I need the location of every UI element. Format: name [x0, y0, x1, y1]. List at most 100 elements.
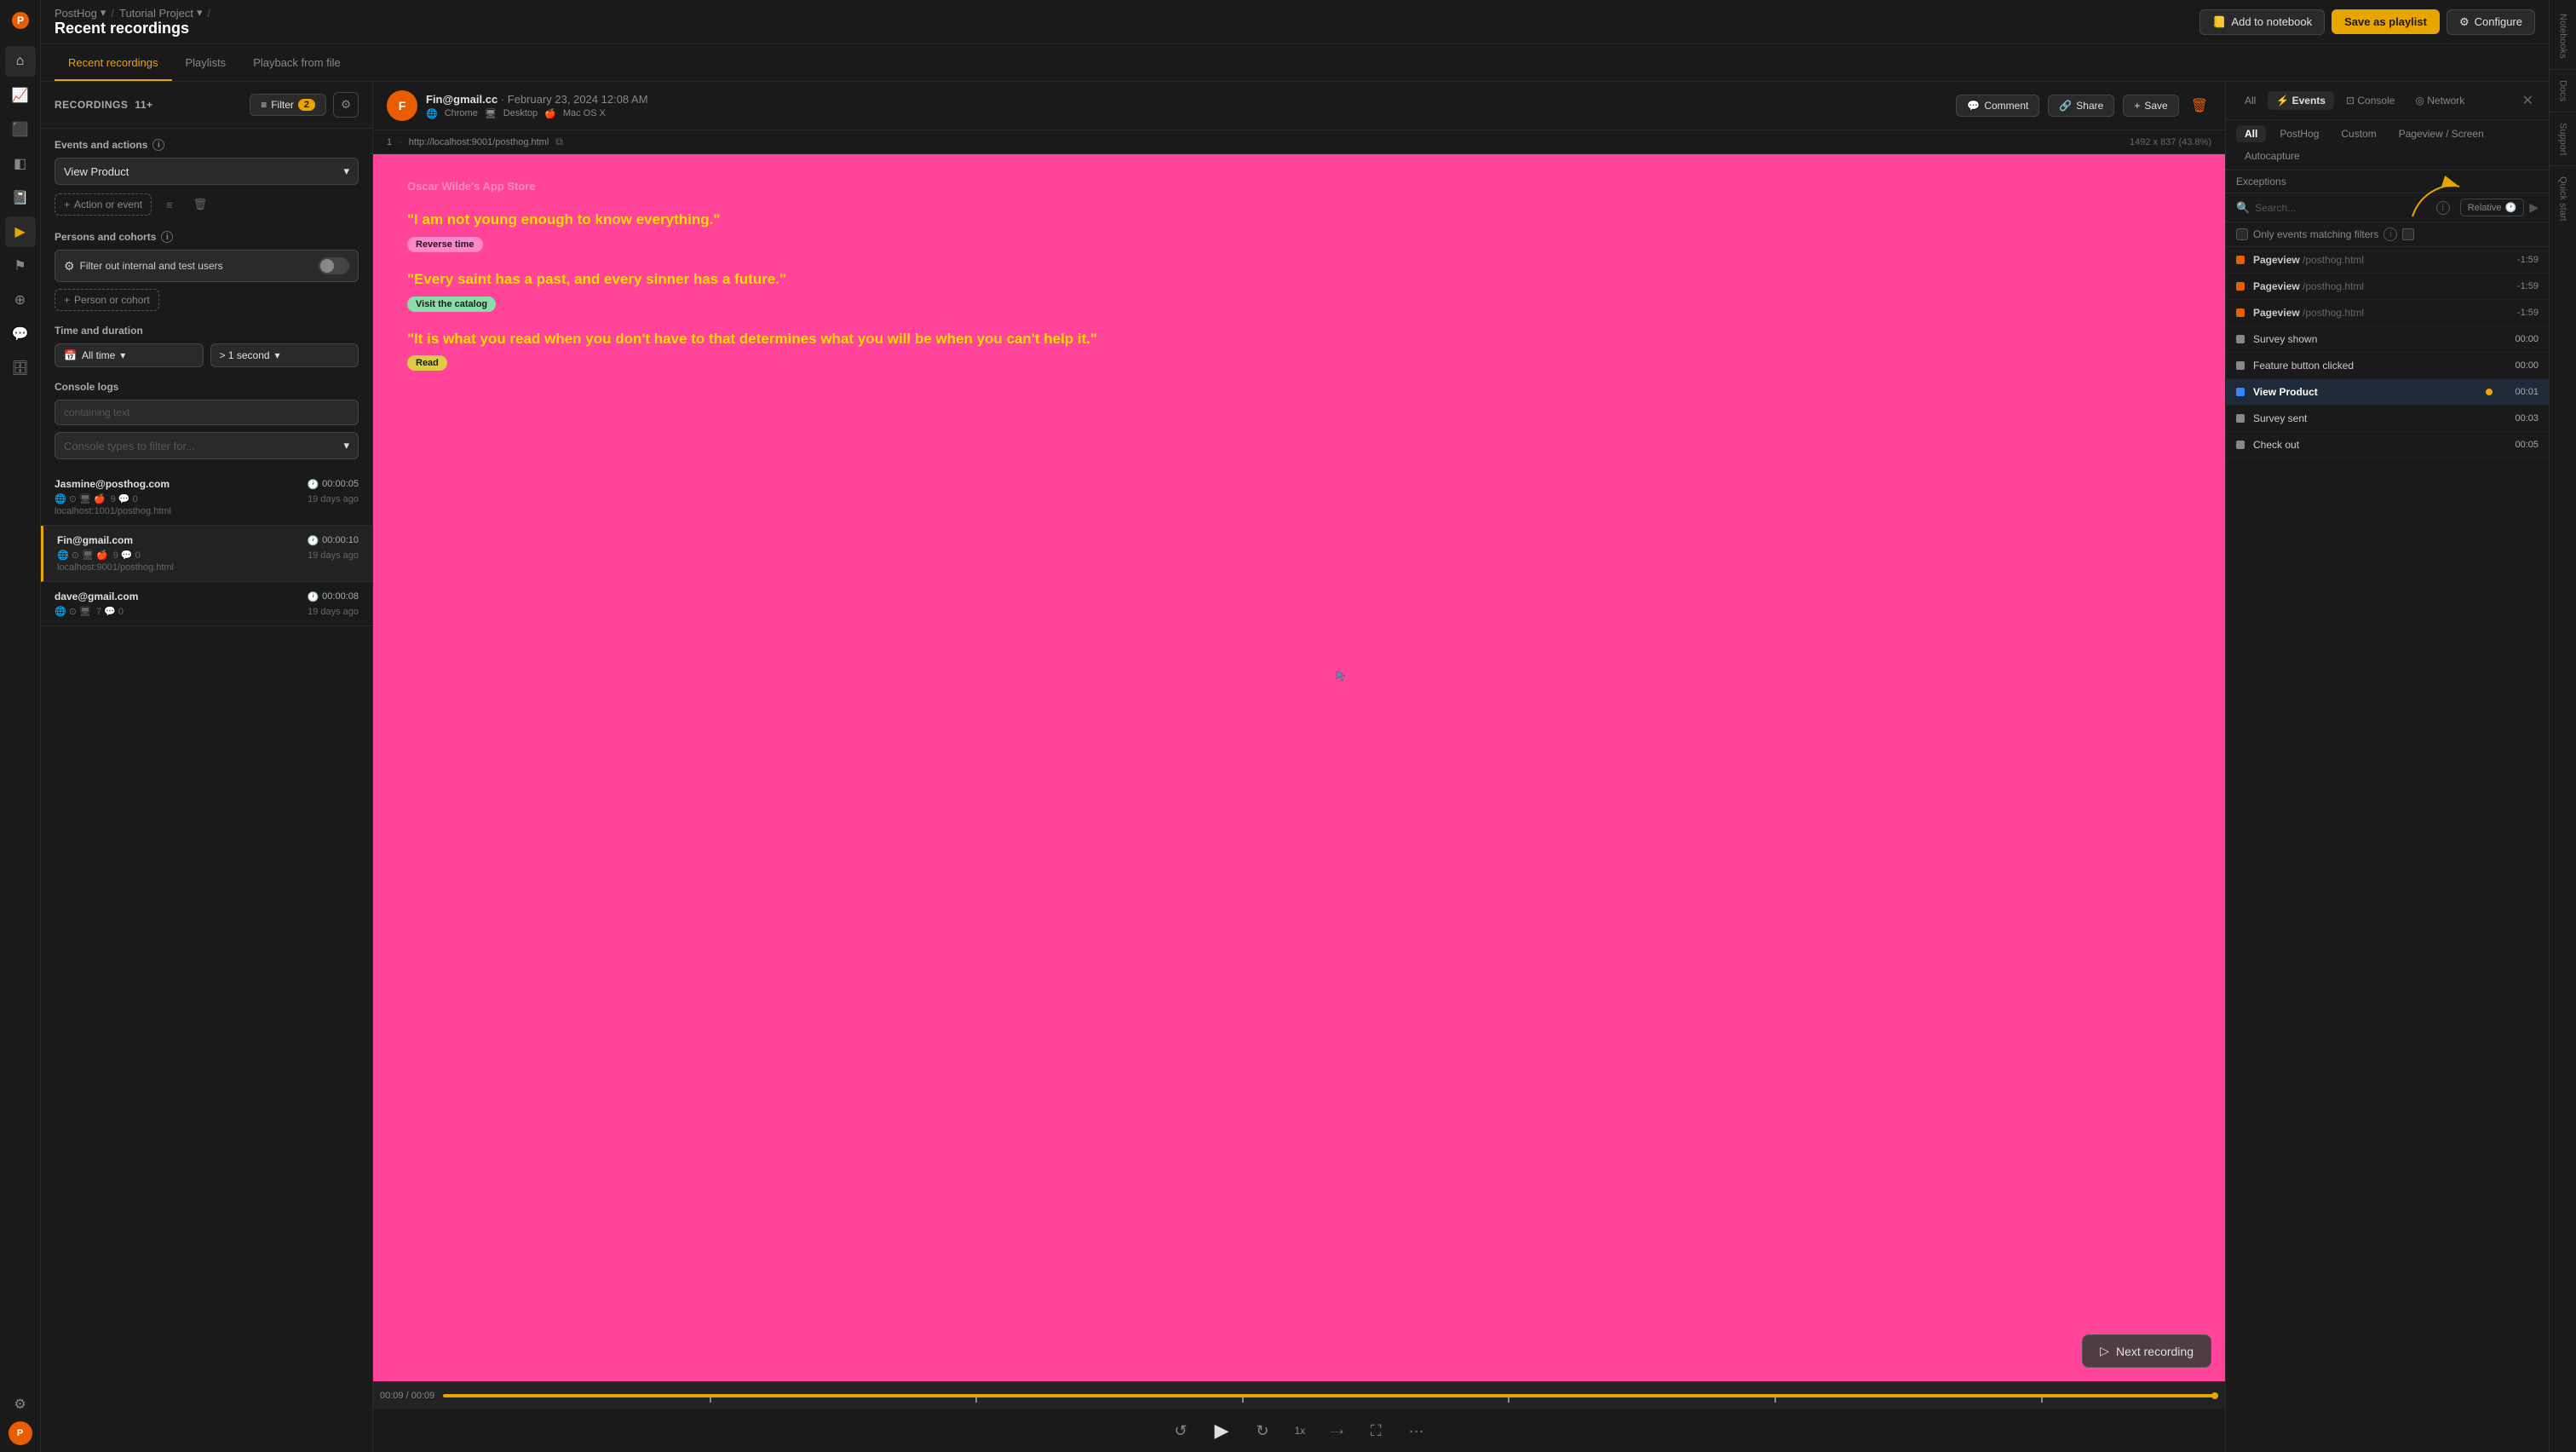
events-search-input[interactable]	[2255, 202, 2431, 214]
events-tab-all[interactable]: All	[2236, 91, 2264, 110]
quick-start-edge-label[interactable]: Quick start	[2558, 170, 2568, 228]
badge-reverse-time[interactable]: Reverse time	[407, 237, 483, 252]
duration-dropdown[interactable]: > 1 second ▾	[210, 343, 359, 367]
speed-selector[interactable]: 1x	[1290, 1421, 1311, 1440]
timeline-bar[interactable]	[443, 1394, 2218, 1397]
console-text-input[interactable]	[55, 400, 359, 425]
filter-badge: 2	[298, 99, 315, 111]
fullscreen-button[interactable]: ⛶	[1364, 1419, 1389, 1443]
event-time: 00:01	[2504, 387, 2539, 397]
sidebar-item-home[interactable]: ⌂	[5, 46, 36, 77]
add-action-button[interactable]: + Action or event	[55, 193, 152, 216]
main-content: PostHog ▾ / Tutorial Project ▾ / Recent …	[41, 0, 2549, 1452]
sidebar-item-feature-flags[interactable]: ⚑	[5, 251, 36, 281]
events-tab-events[interactable]: ⚡ Events	[2268, 91, 2334, 110]
video-actions: 💬 Comment 🔗 Share + Save 🗑	[1956, 94, 2211, 118]
content-area: RECORDINGS 11+ ≡ Filter 2 ⚙ Events and a…	[41, 82, 2549, 1452]
tab-playback-from-file[interactable]: Playback from file	[239, 46, 354, 81]
sidebar-item-activity[interactable]: 📈	[5, 80, 36, 111]
breadcrumb-posthog[interactable]: PostHog ▾	[55, 6, 106, 20]
events-tab-console[interactable]: ⊡ Console	[2337, 91, 2403, 110]
save-button[interactable]: + Save	[2123, 95, 2178, 117]
filter-tab-posthog[interactable]: PostHog	[2271, 125, 2327, 142]
tab-recent-recordings[interactable]: Recent recordings	[55, 46, 172, 81]
recording-item-jasmine[interactable]: Jasmine@posthog.com 🕐 00:00:05 🌐 ⊙ 🖥 🍎 9…	[41, 470, 372, 526]
events-info-icon[interactable]: i	[152, 139, 164, 151]
play-button[interactable]: ▶	[1208, 1416, 1236, 1445]
filter-button[interactable]: ≡ Filter 2	[250, 94, 326, 116]
add-to-notebook-button[interactable]: 📒 Add to notebook	[2199, 9, 2325, 35]
filter-tab-pageview[interactable]: Pageview / Screen	[2390, 125, 2493, 142]
event-item-pageview-3[interactable]: Pageview /posthog.html -1:59	[2226, 300, 2549, 326]
filter-tab-all[interactable]: All	[2236, 125, 2266, 142]
event-item-survey-sent[interactable]: Survey sent 00:03	[2226, 406, 2549, 432]
time-dropdown[interactable]: 📅 All time ▾	[55, 343, 204, 367]
filter-icon: ≡	[261, 99, 267, 111]
sidebar-item-data[interactable]: 🗄	[5, 353, 36, 383]
filter-tab-autocapture[interactable]: Autocapture	[2236, 147, 2309, 164]
filters-settings-button[interactable]: ⚙	[333, 92, 359, 118]
support-edge-label[interactable]: Support	[2558, 116, 2568, 163]
action-delete-icon[interactable]: 🗑	[187, 192, 213, 217]
matching-filter-row: Only events matching filters i	[2226, 222, 2549, 247]
recording-ago: 19 days ago	[308, 494, 359, 504]
recordings-total: 11+	[135, 99, 152, 111]
console-types-dropdown[interactable]: Console types to filter for... ▾	[55, 432, 359, 459]
badge-visit-catalog[interactable]: Visit the catalog	[407, 297, 496, 312]
comment-button[interactable]: 💬 Comment	[1956, 95, 2039, 117]
save-as-playlist-button[interactable]: Save as playlist	[2332, 9, 2440, 34]
sidebar-item-surveys[interactable]: 💬	[5, 319, 36, 349]
next-recording-button[interactable]: ▷ Next recording	[2082, 1334, 2211, 1368]
exceptions-label[interactable]: Exceptions	[2226, 170, 2549, 193]
event-item-view-product[interactable]: View Product 00:01	[2226, 379, 2549, 406]
sidebar-item-tables[interactable]: ⬛	[5, 114, 36, 145]
persons-info-icon[interactable]: i	[161, 231, 173, 243]
recording-item-dave[interactable]: dave@gmail.com 🕐 00:00:08 🌐 ⊙ 🖥 7 💬 0 19…	[41, 582, 372, 626]
sidebar-item-notebooks[interactable]: 📓	[5, 182, 36, 213]
notebooks-edge-label[interactable]: Notebooks	[2558, 7, 2568, 66]
sidebar-item-settings[interactable]: ⚙	[5, 1389, 36, 1420]
matching-filter-toggle[interactable]	[2402, 228, 2414, 240]
action-filter-icon[interactable]: ≡	[157, 192, 182, 217]
delete-button[interactable]: 🗑	[2188, 94, 2211, 118]
edge-divider-1	[2550, 69, 2576, 70]
user-avatar[interactable]: P	[9, 1421, 32, 1445]
more-options-button[interactable]: ···	[1401, 1419, 1430, 1443]
url-text: http://localhost:9001/posthog.html	[409, 137, 549, 147]
events-panel: All ⚡ Events ⊡ Console ◎ Network ✕ All P…	[2225, 82, 2549, 1452]
events-panel-close-button[interactable]: ✕	[2517, 90, 2539, 111]
event-item-pageview-1[interactable]: Pageview /posthog.html -1:59	[2226, 247, 2549, 274]
event-item-check-out[interactable]: Check out 00:05	[2226, 432, 2549, 458]
add-person-button[interactable]: + Person or cohort	[55, 289, 159, 311]
copy-url-button[interactable]: ⧉	[555, 135, 563, 148]
configure-button[interactable]: ⚙ Configure	[2447, 9, 2535, 35]
tab-playlists[interactable]: Playlists	[172, 46, 240, 81]
event-item-feature-button[interactable]: Feature button clicked 00:00	[2226, 353, 2549, 379]
filter-internal-users-toggle[interactable]	[319, 257, 349, 274]
timeline[interactable]: 00:09 / 00:09	[373, 1382, 2225, 1409]
video-header-info: Fin@gmail.cc · February 23, 2024 12:08 A…	[426, 93, 1947, 119]
skip-mode-button[interactable]: ⤏	[1324, 1420, 1350, 1442]
sidebar-item-experiments[interactable]: ⊕	[5, 285, 36, 315]
share-button[interactable]: 🔗 Share	[2048, 95, 2114, 117]
app-logo[interactable]: P	[7, 7, 34, 34]
filter-tab-custom[interactable]: Custom	[2332, 125, 2384, 142]
persons-cohorts-title: Persons and cohorts i	[55, 231, 359, 243]
events-dropdown[interactable]: View Product ▾	[55, 158, 359, 185]
recording-item-fin[interactable]: Fin@gmail.com 🕐 00:00:10 🌐 ⊙ 🖥 🍎 9 💬 0 1…	[41, 526, 372, 582]
events-tab-network[interactable]: ◎ Network	[2406, 91, 2473, 110]
fast-forward-button[interactable]: ↻	[1250, 1419, 1276, 1443]
sidebar-item-dashboards[interactable]: ◧	[5, 148, 36, 179]
event-item-survey-shown[interactable]: Survey shown 00:00	[2226, 326, 2549, 353]
relative-button[interactable]: Relative 🕐	[2460, 199, 2524, 216]
breadcrumb-project[interactable]: Tutorial Project ▾	[119, 6, 202, 20]
matching-filter-info[interactable]: i	[2383, 228, 2397, 241]
docs-edge-label[interactable]: Docs	[2558, 73, 2568, 108]
event-item-pageview-2[interactable]: Pageview /posthog.html -1:59	[2226, 274, 2549, 300]
rewind-button[interactable]: ↺	[1168, 1419, 1194, 1443]
badge-read[interactable]: Read	[407, 355, 447, 371]
events-info-icon[interactable]: i	[2436, 201, 2450, 215]
sidebar-item-replay[interactable]: ▶	[5, 216, 36, 247]
timeline-play-button[interactable]: ▶	[2529, 200, 2539, 215]
matching-filter-checkbox[interactable]	[2236, 228, 2248, 240]
